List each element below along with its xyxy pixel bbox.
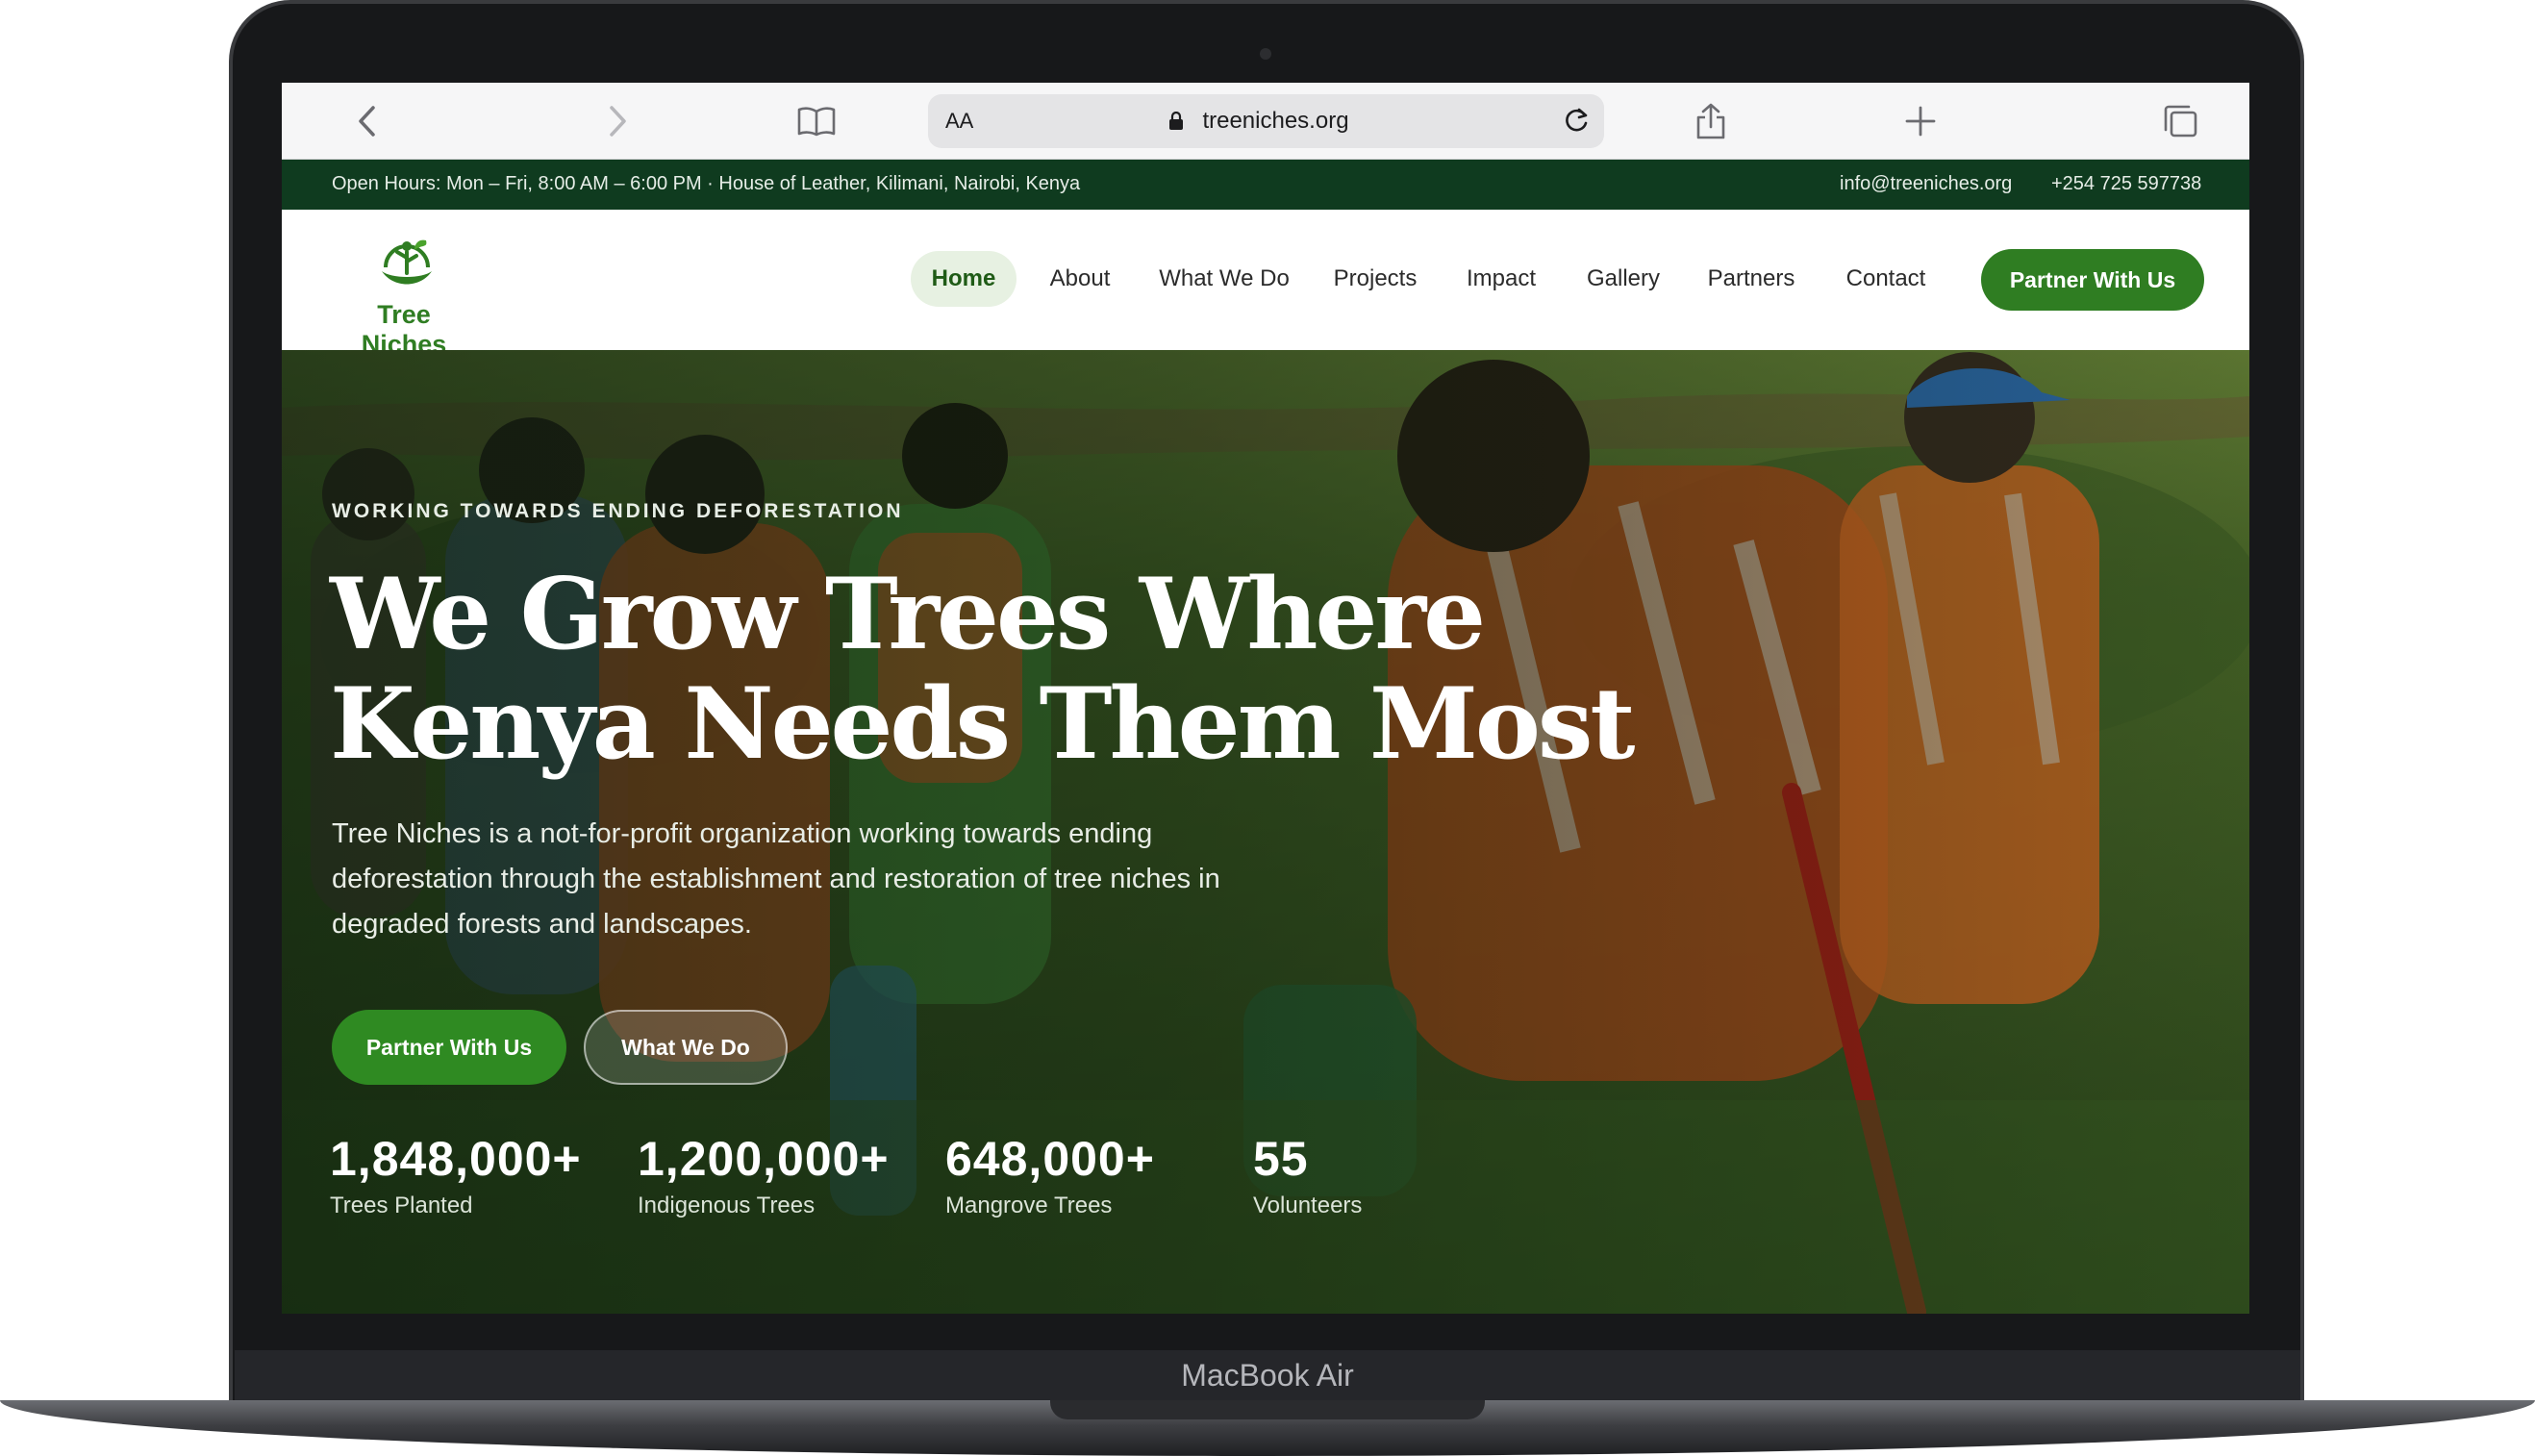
hero-eyebrow: WORKING TOWARDS ENDING DEFORESTATION <box>332 500 904 522</box>
back-icon[interactable] <box>341 96 391 146</box>
stat-volunteers: 55 Volunteers <box>1253 1131 1362 1219</box>
address-bar[interactable]: AA treeniches.org <box>928 94 1604 148</box>
email-link[interactable]: info@treeniches.org <box>1840 173 2012 195</box>
browser-toolbar: AA treeniches.org <box>282 83 2249 160</box>
tree-logo-icon <box>382 239 432 285</box>
nav-item-gallery[interactable]: Gallery <box>1570 251 1676 307</box>
nav-item-home[interactable]: Home <box>911 251 1017 307</box>
top-info-bar: Open Hours: Mon – Fri, 8:00 AM – 6:00 PM… <box>282 160 2249 210</box>
stat-label: Volunteers <box>1253 1192 1363 1218</box>
stat-value: 648,000+ <box>945 1132 1155 1186</box>
stat-value: 1,848,000+ <box>330 1132 582 1186</box>
nav-item-projects[interactable]: Projects <box>1315 251 1436 307</box>
share-icon[interactable] <box>1686 96 1736 146</box>
laptop-hinge-notch <box>1050 1400 1485 1419</box>
stat-label: Trees Planted <box>330 1192 473 1218</box>
tabs-overview-icon[interactable] <box>2155 96 2205 146</box>
nav-item-about[interactable]: About <box>1032 251 1128 307</box>
hero-what-we-do-button[interactable]: What We Do <box>584 1010 788 1085</box>
hero-title-line-2: Kenya Needs Them Most <box>330 666 1636 782</box>
bookmarks-icon[interactable] <box>791 96 841 146</box>
hero-partner-button[interactable]: Partner With Us <box>332 1010 566 1085</box>
stat-trees-planted: 1,848,000+ Trees Planted <box>330 1131 582 1219</box>
laptop-bezel-chin: MacBook Air <box>235 1350 2300 1400</box>
new-tab-icon[interactable] <box>1895 96 1945 146</box>
hero-description: Tree Niches is a not-for-profit organiza… <box>332 818 1220 940</box>
stat-value: 1,200,000+ <box>638 1132 890 1186</box>
site-logo[interactable]: Tree Niches <box>332 229 486 359</box>
stat-label: Indigenous Trees <box>638 1192 816 1218</box>
reload-icon[interactable] <box>1560 104 1593 141</box>
nav-item-partners[interactable]: Partners <box>1694 251 1809 307</box>
stat-mangrove-trees: 648,000+ Mangrove Trees <box>945 1131 1155 1219</box>
nav-item-contact[interactable]: Contact <box>1826 251 1945 307</box>
nav-item-what-we-do[interactable]: What We Do <box>1147 251 1301 307</box>
model-label: MacBook Air <box>1181 1358 1354 1393</box>
hero-title-line-1: We Grow Trees Where <box>330 557 1486 672</box>
stat-indigenous-trees: 1,200,000+ Indigenous Trees <box>638 1131 890 1219</box>
phone-link[interactable]: +254 725 597738 <box>2051 173 2201 195</box>
site-header: Tree Niches Home About What We Do Projec… <box>282 210 2249 359</box>
laptop-screen: AA treeniches.org Open Hours: Mon – Fri,… <box>282 83 2249 1314</box>
nav-item-impact[interactable]: Impact <box>1451 251 1551 307</box>
camera-icon <box>1260 48 1271 60</box>
stat-label: Mangrove Trees <box>945 1192 1113 1218</box>
address-text: treeniches.org <box>1202 108 1349 134</box>
open-hours-text: Open Hours: Mon – Fri, 8:00 AM – 6:00 PM… <box>332 173 1081 194</box>
partner-with-us-button[interactable]: Partner With Us <box>1981 249 2204 311</box>
forward-icon[interactable] <box>593 96 643 146</box>
hero-title: We Grow Trees Where Kenya Needs Them Mos… <box>330 560 1772 779</box>
stat-value: 55 <box>1253 1132 1309 1186</box>
hero-section: WORKING TOWARDS ENDING DEFORESTATION We … <box>282 350 2249 1314</box>
